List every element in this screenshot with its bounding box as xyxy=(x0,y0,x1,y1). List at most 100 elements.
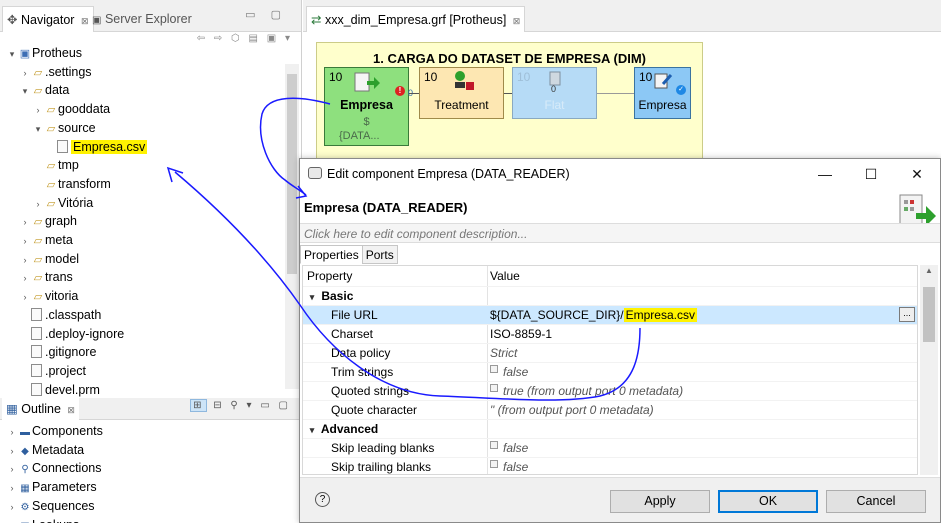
help-icon[interactable]: ? xyxy=(315,492,330,507)
scrollbar-thumb[interactable] xyxy=(923,287,935,342)
tab-graph-file[interactable]: ⇄ xxx_dim_Empresa.grf [Protheus] ⊠ xyxy=(306,6,526,32)
tree-item[interactable]: .classpath xyxy=(19,306,101,324)
outline-item[interactable]: › ▦ Parameters xyxy=(6,478,97,496)
tab-outline[interactable]: ▦ Outline ⊠ xyxy=(2,398,79,420)
view-menu-icons[interactable]: ▭ ▢ xyxy=(245,8,287,21)
navigator-toolbar[interactable]: ⇦ ⇨ ⬡ ▤ ▣ ▾ xyxy=(197,33,293,44)
outline-item[interactable]: ›▤Lookups xyxy=(6,516,80,523)
tree-item[interactable]: › ▱ vitoria xyxy=(19,287,79,306)
outline-item[interactable]: › ◆ Metadata xyxy=(6,441,85,460)
property-row[interactable]: Quoted strings true (from output port 0 m… xyxy=(303,381,917,400)
component-empresa-writer[interactable]: 10 ✓ Empresa xyxy=(634,67,691,119)
maximize-button[interactable]: ☐ xyxy=(848,159,894,189)
minimize-button[interactable]: — xyxy=(802,159,848,189)
chevron-right-icon[interactable]: › xyxy=(19,269,31,287)
tree-item[interactable]: › ▱ Vitória xyxy=(32,194,94,213)
outline-item[interactable]: › ⚲ Connections xyxy=(6,459,102,477)
checkbox[interactable] xyxy=(490,460,498,468)
tree-item[interactable]: ▱ transform xyxy=(32,175,111,193)
property-value[interactable]: ${DATA_SOURCE_DIR}/Empresa.csv xyxy=(490,306,697,325)
chevron-down-icon[interactable]: ▾ xyxy=(19,82,31,100)
edge-line[interactable] xyxy=(504,93,512,94)
tree-item[interactable]: ▱ tmp xyxy=(32,156,79,174)
property-group-row[interactable]: ▾ Advanced xyxy=(303,419,917,438)
tree-item[interactable]: .deploy-ignore xyxy=(19,325,124,343)
chevron-right-icon[interactable]: › xyxy=(19,251,31,269)
tree-item[interactable]: devel.prm xyxy=(19,381,100,399)
tree-item[interactable]: .gitignore xyxy=(19,343,96,361)
chevron-right-icon[interactable]: › xyxy=(19,64,31,82)
close-icon[interactable]: ⊠ xyxy=(67,405,75,415)
edge-line[interactable] xyxy=(597,93,634,94)
property-row[interactable]: File URL ${DATA_SOURCE_DIR}/Empresa.csv..… xyxy=(303,305,917,324)
tree-item[interactable]: ▾ ▣ Protheus xyxy=(6,44,82,62)
cancel-button[interactable]: Cancel xyxy=(826,490,926,513)
tree-item[interactable]: › ▱ trans xyxy=(19,268,73,286)
tab-server-explorer[interactable]: ▣ Server Explorer xyxy=(88,6,196,32)
property-scrollbar[interactable]: ▲ xyxy=(920,265,938,475)
property-row[interactable]: Quote character " (from output port 0 met… xyxy=(303,400,917,419)
property-row[interactable]: Data policy Strict xyxy=(303,343,917,362)
chevron-right-icon[interactable]: › xyxy=(19,232,31,250)
checkbox[interactable] xyxy=(490,365,498,373)
dialog-titlebar[interactable]: Edit component Empresa (DATA_READER) — ☐… xyxy=(300,159,940,189)
close-icon[interactable]: ⊠ xyxy=(513,16,521,26)
chevron-right-icon[interactable]: › xyxy=(19,213,31,231)
chevron-right-icon[interactable]: › xyxy=(6,479,18,497)
edge-line[interactable] xyxy=(409,93,419,94)
property-value[interactable]: ISO-8859-1 xyxy=(490,325,552,344)
checkbox[interactable] xyxy=(490,384,498,392)
chevron-right-icon[interactable]: › xyxy=(6,460,18,478)
column-header-property[interactable]: Property xyxy=(307,266,352,286)
component-treatment[interactable]: 10 Treatment xyxy=(419,67,504,119)
navigator-scrollbar[interactable] xyxy=(285,64,299,389)
chevron-down-icon[interactable]: ▾ xyxy=(6,45,18,63)
chevron-right-icon[interactable]: › xyxy=(6,517,18,523)
port-count: 0 xyxy=(551,84,557,94)
component-flat-writer[interactable]: 10 0 Flat xyxy=(512,67,597,119)
property-group-row[interactable]: ▾ Basic xyxy=(303,286,917,305)
scrollbar-thumb[interactable] xyxy=(287,74,297,274)
tree-item[interactable]: › ▱ model xyxy=(19,250,80,269)
tree-item[interactable]: ▾ ▱ source xyxy=(32,119,96,137)
property-row[interactable]: Trim strings false xyxy=(303,362,917,381)
chevron-right-icon[interactable]: › xyxy=(19,288,31,306)
tab-navigator[interactable]: ✥ Navigator ⊠ xyxy=(2,6,94,32)
ok-button[interactable]: OK xyxy=(718,490,818,513)
scroll-up-icon[interactable]: ▲ xyxy=(920,266,938,275)
tree-item[interactable]: Empresa.csv xyxy=(45,138,148,156)
close-button[interactable]: ✕ xyxy=(894,159,940,189)
property-value[interactable]: " (from output port 0 metadata) xyxy=(490,401,654,420)
outline-item[interactable]: › ▬ Components xyxy=(6,422,103,440)
tree-item[interactable]: › ▱ graph xyxy=(19,212,77,230)
apply-button[interactable]: Apply xyxy=(610,490,710,513)
property-row[interactable]: Skip trailing blanks false xyxy=(303,457,917,474)
tree-item[interactable]: › ▱ .settings xyxy=(19,63,92,81)
property-value[interactable]: Strict xyxy=(490,344,517,363)
property-value[interactable]: false xyxy=(490,458,528,474)
outline-item[interactable]: › ⚙ Sequences xyxy=(6,497,95,515)
tab-properties[interactable]: Properties xyxy=(300,245,363,264)
property-value[interactable]: true (from output port 0 metadata) xyxy=(490,382,683,401)
tree-item[interactable]: › ▱ meta xyxy=(19,231,73,249)
tab-ports[interactable]: Ports xyxy=(361,245,398,264)
chevron-right-icon[interactable]: › xyxy=(32,195,44,213)
component-description[interactable]: Click here to edit component description… xyxy=(300,223,940,243)
tree-item[interactable]: › ▱ gooddata xyxy=(32,100,111,119)
chevron-right-icon[interactable]: › xyxy=(6,498,18,516)
tree-item[interactable]: ▾ ▱ data xyxy=(19,81,70,100)
property-row[interactable]: Skip leading blanks false xyxy=(303,438,917,457)
browse-button[interactable]: ... xyxy=(899,307,915,322)
chevron-right-icon[interactable]: › xyxy=(6,442,18,460)
chevron-right-icon[interactable]: › xyxy=(6,423,18,441)
property-value[interactable]: false xyxy=(490,363,528,382)
tree-item[interactable]: .project xyxy=(19,362,86,380)
property-value[interactable]: false xyxy=(490,439,528,458)
column-header-value[interactable]: Value xyxy=(490,266,520,286)
checkbox[interactable] xyxy=(490,441,498,449)
outline-toolbar[interactable]: ⊞ ⊟ ⚲ ▾ ▭ ▢ xyxy=(190,399,291,412)
property-row[interactable]: Charset ISO-8859-1 xyxy=(303,324,917,343)
chevron-right-icon[interactable]: › xyxy=(32,101,44,119)
chevron-down-icon[interactable]: ▾ xyxy=(32,120,44,138)
component-empresa-reader[interactable]: 10 Empresa $ {DATA... xyxy=(324,67,409,146)
